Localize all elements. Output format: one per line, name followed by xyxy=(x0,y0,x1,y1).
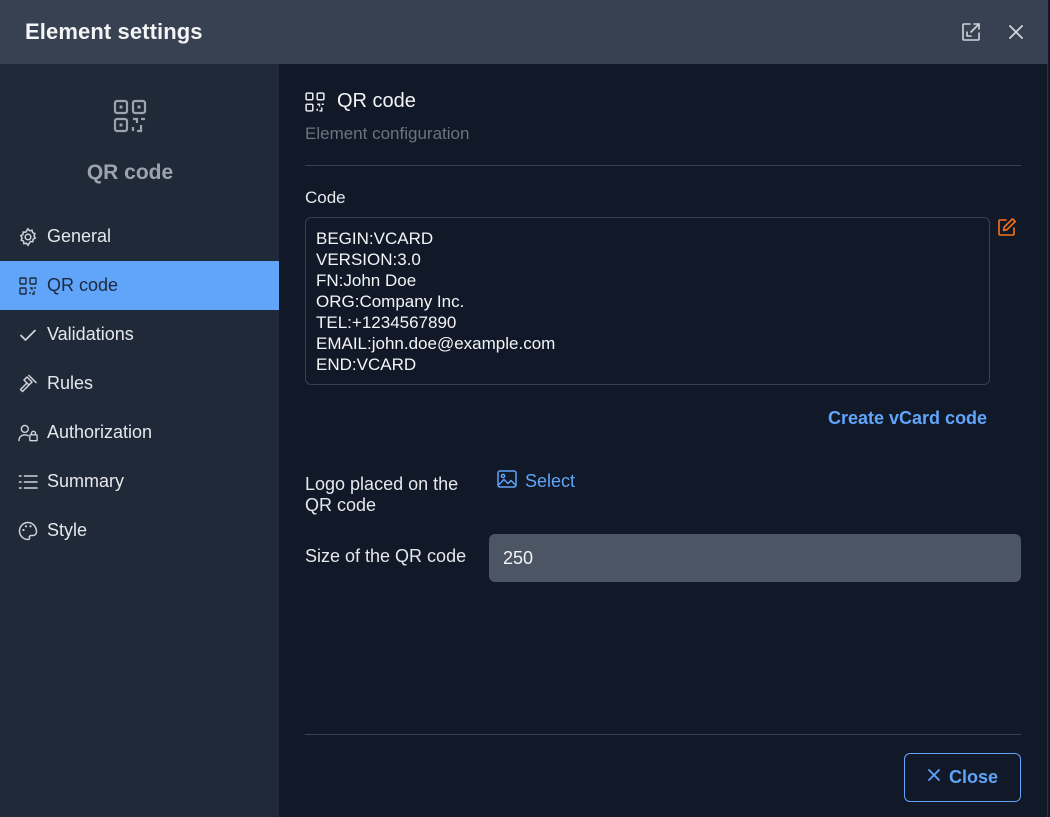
select-logo-label: Select xyxy=(525,470,576,491)
code-label: Code xyxy=(305,188,346,207)
header-divider xyxy=(305,165,1021,166)
element-settings-dialog: Element settings QR code General QR code… xyxy=(0,0,1048,817)
sidebar-item-label: Authorization xyxy=(47,422,153,442)
gear-icon xyxy=(18,227,38,247)
logo-label: Logo placed on the QR code xyxy=(305,474,459,515)
sidebar-item-style[interactable]: Style xyxy=(0,506,279,555)
size-label: Size of the QR code xyxy=(305,546,467,566)
sidebar-item-summary[interactable]: Summary xyxy=(0,457,279,506)
sidebar-item-label: Style xyxy=(47,520,88,540)
close-icon xyxy=(927,768,941,787)
sidebar-item-validations[interactable]: Validations xyxy=(0,310,279,359)
sidebar-header-title: QR code xyxy=(86,161,174,184)
qr-code-icon xyxy=(305,92,325,112)
qr-code-icon xyxy=(18,276,38,296)
sidebar-item-label: Rules xyxy=(47,373,94,393)
dialog-titlebar: Element settings xyxy=(0,0,1048,64)
sidebar-item-label: General xyxy=(47,226,112,246)
sidebar-item-authorization[interactable]: Authorization xyxy=(0,408,279,457)
settings-sidebar: QR code General QR code Validations Rule… xyxy=(0,64,279,817)
qr-size-input[interactable] xyxy=(489,534,1021,582)
code-line: TEL:+1234567890 xyxy=(316,313,457,332)
code-line: VERSION:3.0 xyxy=(316,250,421,269)
code-line: EMAIL:john.doe@example.com xyxy=(316,334,556,353)
select-logo-button[interactable]: Select xyxy=(497,469,575,493)
qr-code-icon xyxy=(113,99,147,133)
edit-icon[interactable] xyxy=(997,217,1019,239)
close-icon[interactable] xyxy=(1004,20,1028,44)
code-line: END:VCARD xyxy=(316,355,417,374)
code-line: FN:John Doe xyxy=(316,271,417,290)
code-line: BEGIN:VCARD xyxy=(316,229,434,248)
sidebar-item-label: QR code xyxy=(47,275,119,295)
sidebar-item-qr-code[interactable]: QR code xyxy=(0,261,279,310)
settings-main-panel: QR code Element configuration Code BEGIN… xyxy=(279,64,1048,817)
close-button[interactable]: Close xyxy=(904,753,1021,802)
code-field[interactable]: BEGIN:VCARD VERSION:3.0 FN:John Doe ORG:… xyxy=(305,217,990,385)
user-lock-icon xyxy=(18,423,38,443)
code-line: ORG:Company Inc. xyxy=(316,292,465,311)
check-icon xyxy=(18,325,38,345)
close-button-label: Close xyxy=(948,767,999,787)
sidebar-item-label: Summary xyxy=(47,471,125,491)
create-vcard-link[interactable]: Create vCard code xyxy=(828,408,987,429)
sidebar-item-general[interactable]: General xyxy=(0,212,279,261)
gavel-icon xyxy=(18,374,38,394)
palette-icon xyxy=(18,521,38,541)
expand-icon[interactable] xyxy=(959,20,983,44)
list-icon xyxy=(18,472,38,492)
section-title: QR code xyxy=(337,90,416,112)
sidebar-item-label: Validations xyxy=(47,324,134,344)
footer-divider xyxy=(305,734,1021,735)
image-icon xyxy=(497,469,517,493)
section-subtitle: Element configuration xyxy=(305,124,470,143)
dialog-title: Element settings xyxy=(25,19,203,44)
sidebar-item-rules[interactable]: Rules xyxy=(0,359,279,408)
